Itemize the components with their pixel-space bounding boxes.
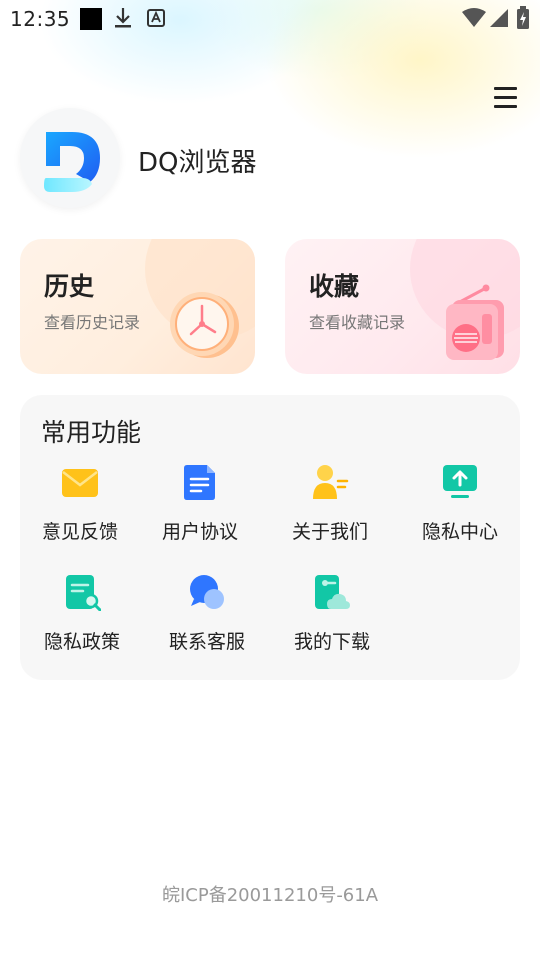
function-privacy-policy[interactable]: 隐私政策	[17, 573, 147, 663]
cell-signal-icon	[490, 9, 508, 27]
favorites-card-title: 收藏	[309, 272, 360, 301]
function-label: 隐私中心	[421, 521, 498, 543]
search-document-icon	[66, 575, 101, 611]
history-card-subtitle: 查看历史记录	[44, 313, 141, 332]
function-label: 关于我们	[291, 521, 368, 543]
menu-icon-bar	[494, 96, 517, 99]
function-label: 联系客服	[168, 631, 245, 653]
clock-icon	[170, 292, 239, 358]
functions-title: 常用功能	[41, 418, 142, 447]
user-card-icon	[313, 465, 349, 499]
app-title: DQ浏览器	[138, 148, 257, 178]
menu-button[interactable]	[490, 84, 522, 112]
function-my-downloads[interactable]: 我的下载	[267, 573, 397, 663]
icp-record: 皖ICP备20011210号-61A	[161, 885, 379, 906]
function-contact-service[interactable]: 联系客服	[142, 573, 272, 663]
menu-icon-bar	[494, 105, 517, 108]
upload-monitor-icon	[443, 465, 477, 498]
function-feedback[interactable]: 意见反馈	[15, 463, 145, 553]
notification-square-icon	[80, 8, 102, 30]
favorites-card-subtitle: 查看收藏记录	[309, 313, 406, 332]
status-bar: 12:35	[0, 0, 540, 38]
download-icon	[115, 8, 131, 28]
function-label: 用户协议	[161, 521, 238, 543]
status-time: 12:35	[10, 7, 71, 31]
function-label: 隐私政策	[43, 631, 120, 653]
cloud-download-icon	[315, 575, 350, 609]
battery-icon	[517, 6, 529, 29]
favorites-card[interactable]: 收藏 查看收藏记录	[285, 239, 520, 374]
history-card-title: 历史	[44, 272, 95, 301]
chat-icon	[190, 575, 224, 609]
function-privacy-center[interactable]: 隐私中心	[395, 463, 525, 553]
app-logo	[20, 108, 120, 208]
history-card[interactable]: 历史 查看历史记录	[20, 239, 255, 374]
functions-panel: 常用功能 意见反馈 用户协议 关于我们 隐私中心 隐私政策 联系客服 我的下载	[20, 395, 520, 680]
function-about-us[interactable]: 关于我们	[265, 463, 395, 553]
document-icon	[184, 465, 215, 500]
function-label: 意见反馈	[41, 521, 118, 543]
function-user-agreement[interactable]: 用户协议	[135, 463, 265, 553]
menu-icon-bar	[494, 87, 517, 90]
logo-d-icon	[44, 132, 100, 192]
function-label: 我的下载	[293, 631, 370, 653]
radio-icon	[446, 284, 504, 360]
mail-icon	[62, 469, 98, 497]
wifi-icon	[462, 8, 486, 27]
font-a-icon	[147, 9, 165, 27]
